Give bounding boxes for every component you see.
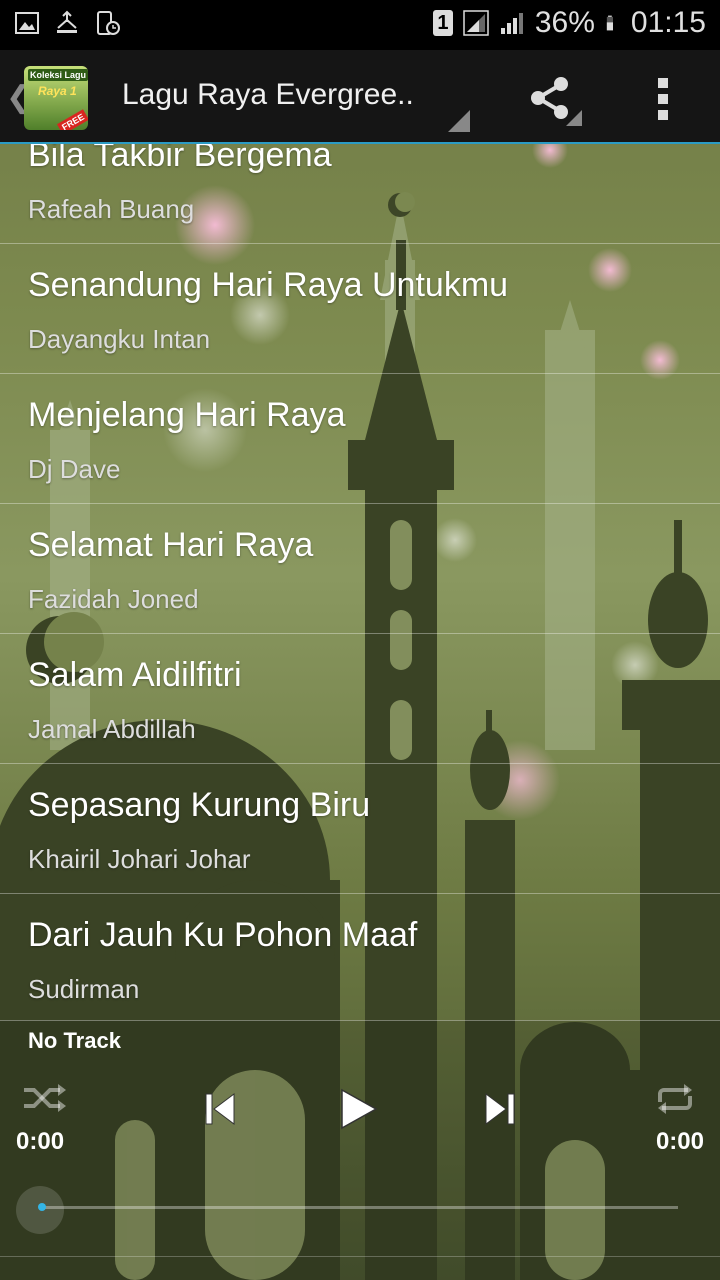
song-title: Dari Jauh Ku Pohon Maaf	[28, 916, 418, 954]
repeat-icon[interactable]	[654, 1082, 696, 1116]
song-list-item[interactable]: Menjelang Hari Raya Dj Dave	[0, 374, 720, 504]
song-list-item[interactable]: Sepasang Kurung Biru Khairil Johari Joha…	[0, 764, 720, 894]
song-artist: Khairil Johari Johar	[28, 844, 251, 874]
battery-percent: 36%	[534, 6, 595, 39]
song-title: Salam Aidilfitri	[28, 656, 242, 694]
battery-icon	[606, 15, 613, 31]
song-list-item[interactable]: Bila Takbir Bergema Rafeah Buang	[0, 144, 720, 244]
song-list-item[interactable]: Selamat Hari Raya Fazidah Joned	[0, 504, 720, 634]
elapsed-time: 0:00	[16, 1128, 65, 1155]
app-title[interactable]: Lagu Raya Evergree..	[122, 78, 414, 112]
current-track-name: No Track	[28, 1028, 121, 1053]
signal-sim1-icon	[463, 10, 489, 36]
song-title: Menjelang Hari Raya	[28, 396, 346, 434]
song-list: Bila Takbir Bergema Rafeah Buang Senandu…	[0, 144, 720, 1020]
total-duration: 0:00	[655, 1128, 704, 1155]
song-title: Bila Takbir Bergema	[28, 144, 332, 174]
overflow-menu-icon[interactable]	[648, 74, 678, 122]
clock: 01:15	[630, 6, 706, 39]
song-artist: Sudirman	[28, 974, 140, 1004]
app-icon[interactable]: Koleksi Lagu Raya 1 FREE	[24, 66, 88, 130]
app-icon-subtitle: Raya 1	[38, 84, 77, 98]
media-player: No Track 0:00 0:00	[0, 1020, 720, 1280]
song-artist: Dayangku Intan	[28, 324, 211, 354]
play-icon[interactable]	[340, 1088, 378, 1130]
song-list-item[interactable]: Dari Jauh Ku Pohon Maaf Sudirman	[0, 894, 720, 1020]
shuffle-icon[interactable]	[22, 1082, 68, 1114]
phone-clock-notification-icon	[97, 11, 120, 35]
sim-badge: 1	[432, 10, 453, 36]
song-list-item[interactable]: Salam Aidilfitri Jamal Abdillah	[0, 634, 720, 764]
song-title: Selamat Hari Raya	[28, 526, 314, 564]
song-title: Sepasang Kurung Biru	[28, 786, 371, 824]
song-artist: Rafeah Buang	[28, 194, 195, 224]
bottom-divider	[0, 1256, 720, 1257]
song-artist: Dj Dave	[28, 454, 121, 484]
previous-icon[interactable]	[204, 1092, 236, 1126]
share-dropdown-indicator	[566, 110, 582, 126]
signal-sim2-icon	[500, 13, 523, 34]
seek-bar[interactable]	[42, 1206, 678, 1209]
free-badge: FREE	[56, 109, 88, 130]
song-list-item[interactable]: Senandung Hari Raya Untukmu Dayangku Int…	[0, 244, 720, 374]
song-artist: Fazidah Joned	[28, 584, 199, 614]
seek-progress-dot	[38, 1203, 46, 1211]
action-bar: ❮ Koleksi Lagu Raya 1 FREE Lagu Raya Eve…	[0, 50, 720, 144]
title-dropdown-indicator	[448, 110, 470, 132]
gallery-notification-icon	[15, 12, 39, 34]
song-artist: Jamal Abdillah	[28, 714, 196, 744]
song-title: Senandung Hari Raya Untukmu	[28, 266, 509, 304]
status-bar: 1 36% 01:15	[0, 0, 720, 50]
app-icon-label: Koleksi Lagu	[28, 69, 88, 81]
transfer-notification-icon	[57, 10, 77, 33]
player-divider	[0, 1020, 720, 1021]
next-icon[interactable]	[484, 1092, 516, 1126]
